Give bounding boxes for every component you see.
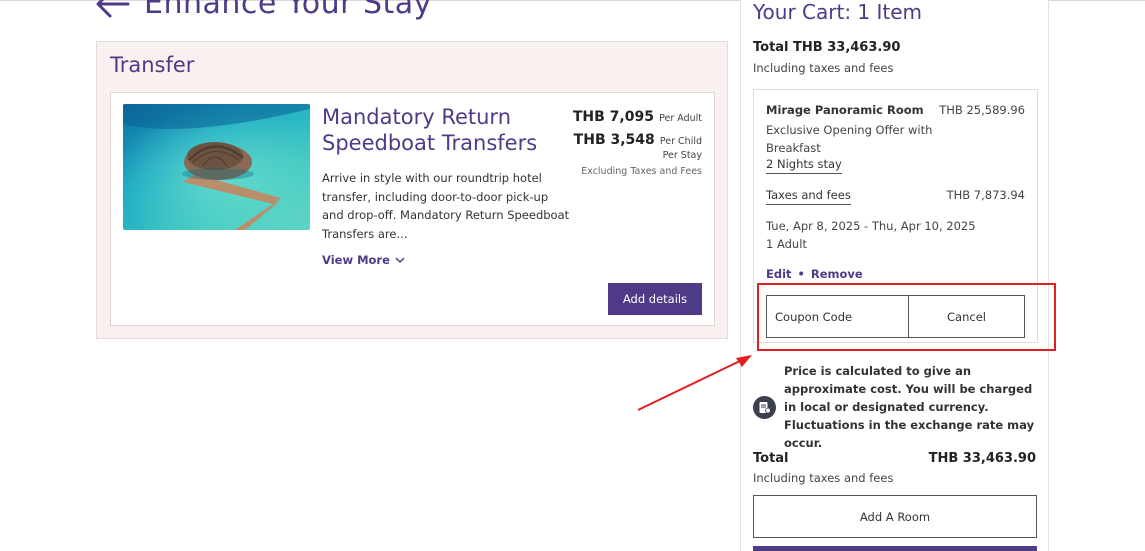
page-title: Enhance Your Stay (144, 0, 432, 21)
page-header: Enhance Your Stay (96, 0, 432, 21)
nights-stay-link[interactable]: 2 Nights stay (766, 157, 842, 174)
room-name: Mirage Panoramic Room (766, 103, 924, 117)
cart-taxes-note: Including taxes and fees (753, 61, 894, 75)
checkout-button-edge[interactable] (753, 546, 1037, 551)
view-more-label: View More (322, 253, 390, 267)
price-child-unit: Per Child (659, 136, 702, 147)
stay-dates: Tue, Apr 8, 2025 - Thu, Apr 10, 2025 (766, 219, 976, 233)
disclaimer-text: Price is calculated to give an approxima… (784, 364, 1035, 450)
taxes-fees-link[interactable]: Taxes and fees (766, 188, 851, 205)
annotation-arrow-icon (637, 355, 752, 411)
price-block: THB 7,095 Per Adult THB 3,548 Per Child … (552, 106, 702, 180)
chevron-down-icon (395, 253, 405, 267)
taxes-fees-value: THB 7,873.94 (946, 188, 1025, 202)
room-actions: Edit • Remove (766, 267, 863, 281)
per-stay-note: Per Stay (662, 150, 702, 161)
price-adult-line: THB 7,095 Per Adult (552, 106, 702, 125)
price-child: THB 3,548 (573, 132, 655, 148)
add-details-button[interactable]: Add details (608, 283, 702, 315)
speedboat-pier-photo (123, 104, 310, 230)
view-more-link[interactable]: View More (322, 253, 405, 267)
total-value: THB 33,463.90 (928, 451, 1036, 466)
action-separator: • (797, 267, 805, 281)
transfer-description: Arrive in style with our roundtrip hotel… (322, 171, 570, 241)
cart-panel: Your Cart: 1 Item Total THB 33,463.90 In… (740, 0, 1049, 551)
add-room-button[interactable]: Add A Room (753, 495, 1037, 538)
room-price: THB 25,589.96 (939, 103, 1025, 117)
edit-link[interactable]: Edit (766, 267, 792, 281)
price-adult: THB 7,095 (572, 109, 654, 125)
cart-total-top: Total THB 33,463.90 (753, 40, 901, 55)
currency-note-icon (753, 395, 776, 419)
annotation-highlight-box (757, 283, 1056, 351)
transfer-card: Mandatory Return Speedboat Transfers Arr… (110, 92, 715, 326)
total-label: Total (753, 451, 789, 466)
tax-note: Excluding Taxes and Fees (581, 166, 702, 177)
room-offer: Exclusive Opening Offer with Breakfast (766, 123, 933, 155)
transfer-title: Mandatory Return Speedboat Transfers (322, 105, 538, 155)
back-arrow-icon[interactable] (96, 0, 130, 18)
price-adult-unit: Per Adult (659, 113, 702, 124)
transfer-section: Transfer Mandatory Return Speedboat Tran… (96, 41, 728, 339)
guest-count: 1 Adult (766, 237, 807, 251)
section-title: Transfer (110, 53, 195, 77)
remove-link[interactable]: Remove (811, 267, 863, 281)
total-taxes-note: Including taxes and fees (753, 471, 894, 485)
currency-disclaimer: Price is calculated to give an approxima… (753, 362, 1038, 452)
price-child-line: THB 3,548 Per Child (552, 129, 702, 148)
cart-title: Your Cart: 1 Item (753, 0, 923, 24)
